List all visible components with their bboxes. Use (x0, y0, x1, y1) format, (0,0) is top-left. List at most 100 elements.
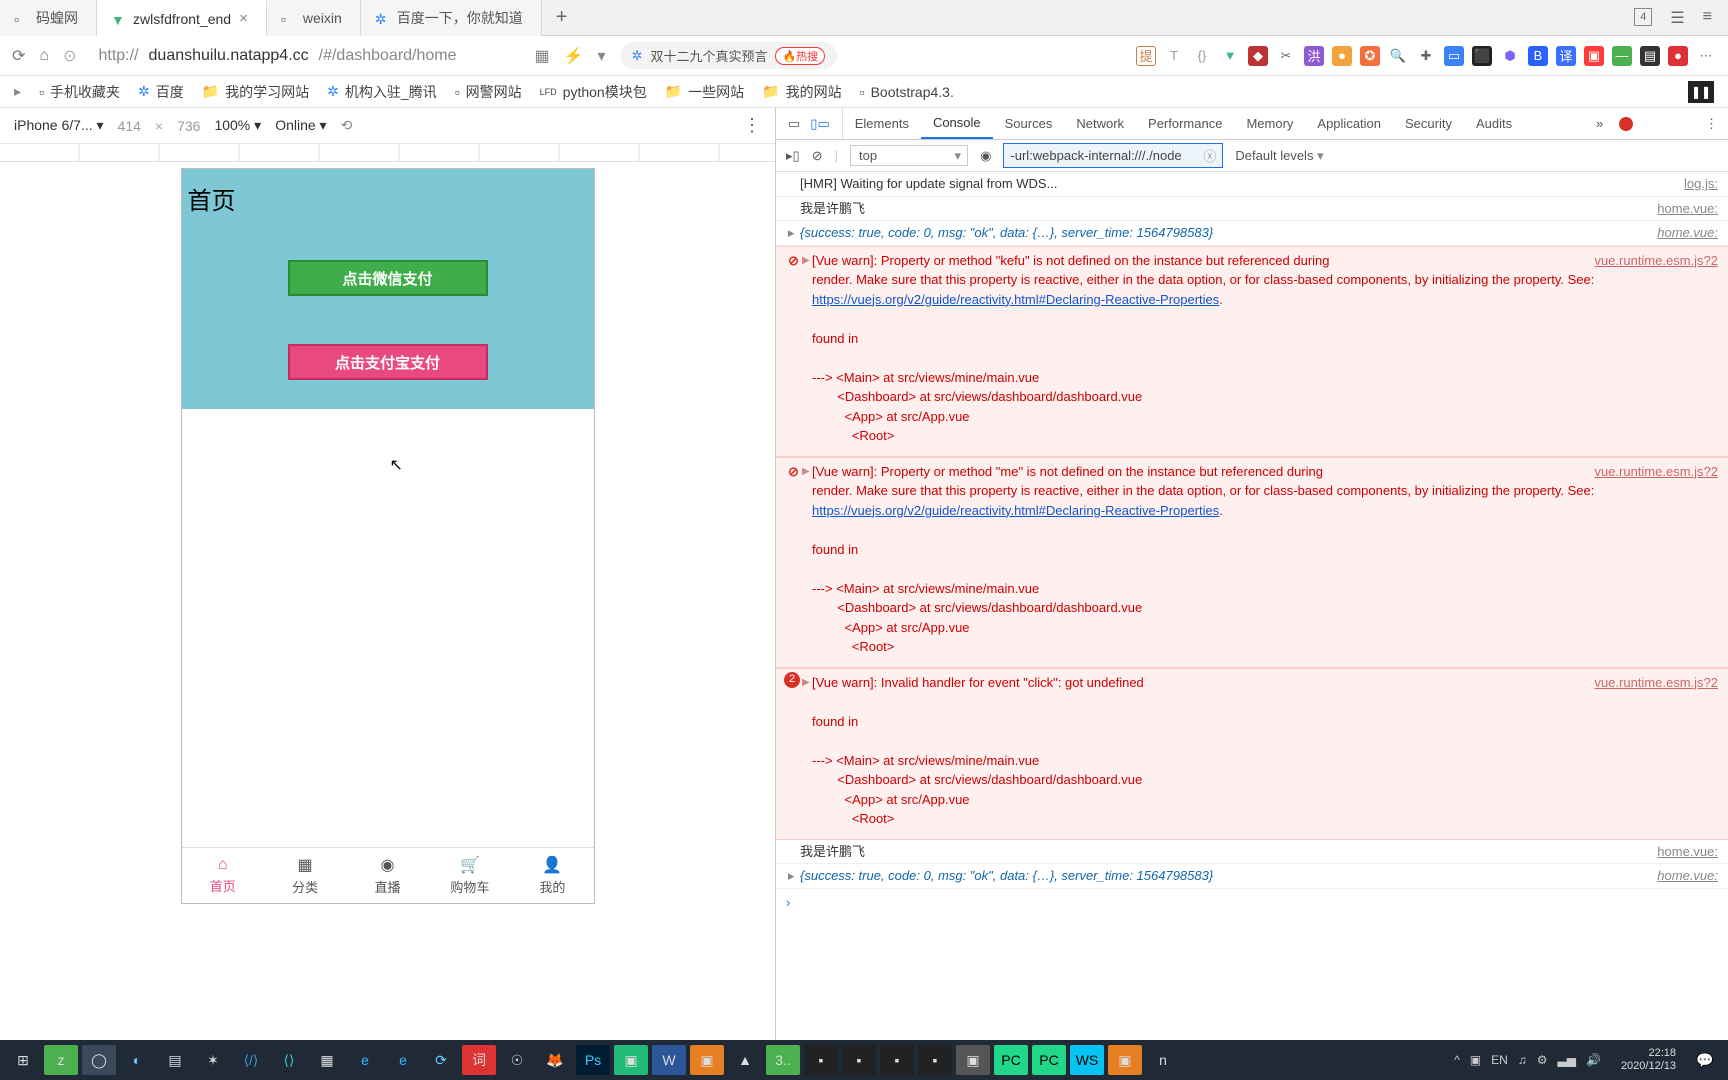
source-link[interactable]: home.vue: (1637, 866, 1718, 886)
task-terminal[interactable]: ▪ (804, 1045, 838, 1075)
source-link[interactable]: home.vue: (1637, 199, 1718, 219)
clear-console-icon[interactable]: ⊘ (812, 148, 823, 164)
browser-tab[interactable]: ✲百度一下，你就知道 (361, 0, 542, 36)
ext-icon[interactable]: ⬛ (1472, 46, 1492, 66)
task-icon[interactable]: ✶ (196, 1045, 230, 1075)
bookmarks-toggle-icon[interactable]: ▸ (14, 83, 21, 100)
doc-link[interactable]: https://vuejs.org/v2/guide/reactivity.ht… (812, 503, 1219, 518)
throttle-select[interactable]: Online ▾ (275, 117, 326, 134)
reading-list-icon[interactable]: ☰ (1670, 8, 1684, 28)
start-button[interactable]: ⊞ (6, 1045, 40, 1075)
console-filter-input[interactable]: -url:webpack-internal:///./nodeⓧ (1003, 143, 1223, 168)
tray-icon[interactable]: ⚙ (1537, 1053, 1548, 1067)
qr-icon[interactable]: ▦ (534, 46, 549, 66)
doc-link[interactable]: https://vuejs.org/v2/guide/reactivity.ht… (812, 292, 1219, 307)
bookmark-item[interactable]: ▫网警网站 (455, 82, 522, 102)
bookmark-item[interactable]: LFDpython模块包 (540, 82, 647, 102)
expand-icon[interactable]: ▶ (802, 464, 810, 479)
devtools-menu-icon[interactable]: ⋮ (1695, 116, 1728, 132)
task-icon[interactable]: ⟳ (424, 1045, 458, 1075)
task-icon[interactable]: ▦ (310, 1045, 344, 1075)
task-icon[interactable]: z (44, 1045, 78, 1075)
devtools-tab-console[interactable]: Console (921, 108, 993, 139)
device-select[interactable]: iPhone 6/7... ▾ (14, 117, 104, 134)
bookmark-folder[interactable]: 📁一些网站 (665, 82, 744, 102)
zoom-select[interactable]: 100% ▾ (214, 117, 261, 134)
url-input[interactable]: http://duanshuilu.natapp4.cc/#/dashboard… (90, 43, 520, 69)
ext-icon[interactable]: {} (1192, 46, 1212, 66)
console-object-row[interactable]: {success: true, code: 0, msg: "ok", data… (776, 221, 1728, 246)
devtools-tab-network[interactable]: Network (1064, 108, 1136, 139)
tabbar-home[interactable]: ⌂首页 (182, 848, 264, 903)
bookmark-item[interactable]: ✲百度 (138, 82, 184, 102)
menu-icon[interactable]: ≡ (1703, 8, 1712, 28)
ext-icon[interactable]: ● (1332, 46, 1352, 66)
task-chrome[interactable]: ◯ (82, 1045, 116, 1075)
task-icon[interactable]: ▣ (614, 1045, 648, 1075)
source-link[interactable]: vue.runtime.esm.js?2 (1594, 251, 1718, 271)
bookmark-item[interactable]: ▫手机收藏夹 (39, 82, 120, 102)
bookmark-item[interactable]: ▫Bootstrap4.3. (860, 84, 954, 100)
devtools-tab-performance[interactable]: Performance (1136, 108, 1234, 139)
tabbar-cart[interactable]: 🛒购物车 (429, 848, 511, 903)
error-indicator-icon[interactable] (1619, 117, 1633, 131)
log-levels-select[interactable]: Default levels (1235, 148, 1323, 164)
reload-icon[interactable]: ⟳ (12, 46, 25, 66)
console-output[interactable]: [HMR] Waiting for update signal from WDS… (776, 172, 1728, 1040)
ext-icon[interactable]: ⋯ (1696, 46, 1716, 66)
kebab-icon[interactable]: ⋮ (743, 115, 761, 136)
wechat-pay-button[interactable]: 点击微信支付 (288, 260, 488, 296)
devtools-tab-application[interactable]: Application (1305, 108, 1393, 139)
task-icon[interactable]: 3.. (766, 1045, 800, 1075)
task-icon[interactable]: ▣ (1108, 1045, 1142, 1075)
tabbar-mine[interactable]: 👤我的 (511, 848, 593, 903)
task-pycharm[interactable]: PC (1032, 1045, 1066, 1075)
clear-filter-icon[interactable]: ⓧ (1203, 146, 1216, 165)
bookmark-item[interactable]: ✲机构入驻_腾讯 (327, 82, 437, 102)
site-info-icon[interactable]: ⊙ (63, 46, 76, 66)
ext-icon[interactable]: ● (1668, 46, 1688, 66)
console-prompt[interactable]: › (776, 889, 1728, 917)
task-icon[interactable]: ⟨⟩ (272, 1045, 306, 1075)
ext-icon[interactable]: 译 (1556, 46, 1576, 66)
notifications-icon[interactable]: 💬 (1688, 1045, 1722, 1075)
tabbar-category[interactable]: ▦分类 (264, 848, 346, 903)
console-object-row[interactable]: {success: true, code: 0, msg: "ok", data… (776, 864, 1728, 889)
ext-icon[interactable]: ✪ (1360, 46, 1380, 66)
ext-icon[interactable]: ◆ (1248, 46, 1268, 66)
source-link[interactable]: vue.runtime.esm.js?2 (1594, 462, 1718, 482)
task-icon[interactable]: ▣ (956, 1045, 990, 1075)
task-icon[interactable]: ▣ (690, 1045, 724, 1075)
ext-icon[interactable]: T (1164, 46, 1184, 66)
ext-icon[interactable]: B (1528, 46, 1548, 66)
taskbar-clock[interactable]: 22:18 2020/12/13 (1613, 1047, 1684, 1073)
devtools-tab-security[interactable]: Security (1393, 108, 1464, 139)
task-firefox[interactable]: 🦊 (538, 1045, 572, 1075)
ext-icon[interactable]: 洪 (1304, 46, 1324, 66)
system-tray[interactable]: ^ ▣ EN ♫ ⚙ ▃▅ 🔊 (1454, 1053, 1609, 1067)
inspect-icon[interactable]: ▭ (788, 116, 800, 132)
devtools-tab-memory[interactable]: Memory (1234, 108, 1305, 139)
tray-icon[interactable]: ▣ (1470, 1053, 1481, 1067)
bolt-icon[interactable]: ⚡ (564, 46, 584, 66)
task-webstorm[interactable]: WS (1070, 1045, 1104, 1075)
task-icon[interactable]: n (1146, 1045, 1180, 1075)
chevron-down-icon[interactable]: ▾ (598, 46, 606, 66)
source-link[interactable]: home.vue: (1637, 223, 1718, 243)
ext-icon[interactable]: ▣ (1584, 46, 1604, 66)
vue-devtools-icon[interactable]: ▼ (1220, 46, 1240, 66)
task-terminal[interactable]: ▪ (880, 1045, 914, 1075)
source-link[interactable]: home.vue: (1637, 842, 1718, 862)
ext-icon[interactable]: 提 (1136, 46, 1156, 66)
ext-icon[interactable]: ▭ (1444, 46, 1464, 66)
rotate-icon[interactable]: ⟲ (341, 117, 353, 134)
task-icon[interactable]: ◐ (120, 1045, 154, 1075)
more-tabs-icon[interactable]: » (1586, 116, 1613, 131)
task-icon[interactable]: ▲ (728, 1045, 762, 1075)
devtools-tab-sources[interactable]: Sources (993, 108, 1065, 139)
browser-tab[interactable]: ▫weixin (267, 0, 361, 36)
live-expression-icon[interactable]: ◉ (980, 148, 991, 164)
devtools-tab-audits[interactable]: Audits (1464, 108, 1524, 139)
search-hot[interactable]: ✲ 双十二九个真实预言 🔥热搜 (620, 42, 838, 69)
ext-icon[interactable]: ✚ (1416, 46, 1436, 66)
